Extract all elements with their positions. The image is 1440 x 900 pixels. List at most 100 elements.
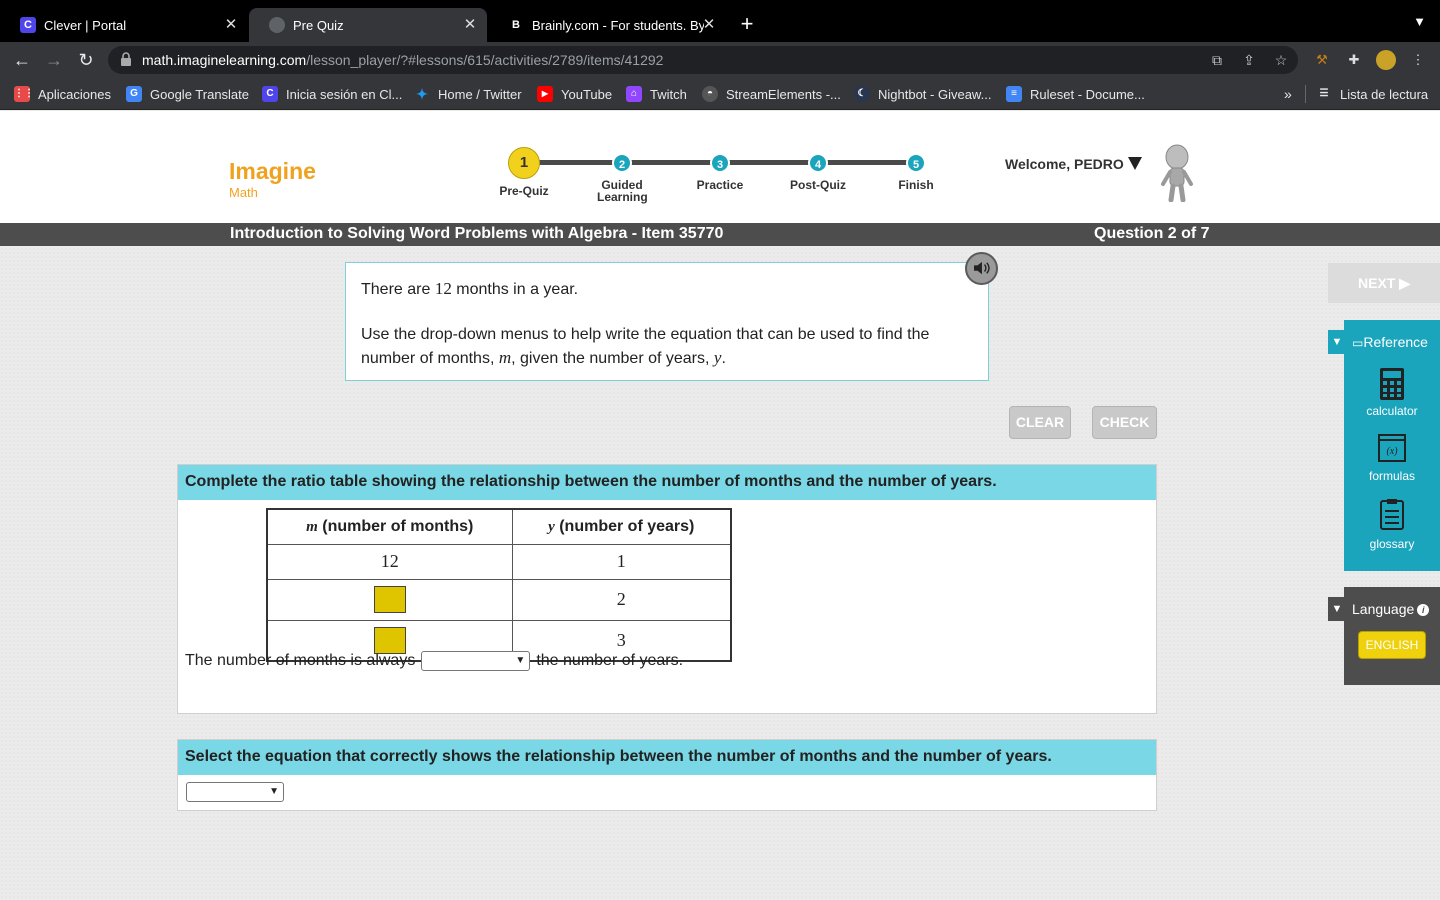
clipboard-icon [1380, 499, 1404, 530]
bookmark-nightbot[interactable]: ☾ Nightbot - Giveaw... [854, 85, 991, 103]
relationship-dropdown[interactable]: ▼ [421, 651, 531, 671]
nightbot-icon: ☾ [854, 86, 870, 102]
browser-menu-icon[interactable]: ⋮ [1408, 50, 1428, 70]
translate-icon[interactable]: ⧉ [1208, 51, 1226, 69]
chevron-down-icon: ▼ [269, 786, 279, 797]
english-language-button[interactable]: ENGLISH [1358, 631, 1426, 659]
app-header: Imagine Math 1 Pre-Quiz 2 Guided Learnin… [0, 111, 1440, 223]
welcome-menu[interactable]: Welcome, PEDRO [1005, 156, 1142, 172]
svg-text:(x): (x) [1386, 446, 1398, 457]
check-button[interactable]: CHECK [1092, 406, 1157, 439]
close-tab-icon[interactable]: ✕ [222, 16, 240, 34]
equation-card: Select the equation that correctly shows… [177, 739, 1157, 811]
table-row: 2 [266, 578, 732, 621]
glossary-tool[interactable]: glossary [1344, 498, 1440, 551]
calculator-icon [1380, 368, 1404, 400]
reference-title[interactable]: ▭Reference [1352, 334, 1428, 350]
math-logo-subtitle: Math [229, 185, 258, 200]
clear-button[interactable]: CLEAR [1009, 406, 1071, 439]
extension-icon[interactable]: ⚒ [1312, 50, 1332, 70]
bookmark-twitch[interactable]: ⌂ Twitch [626, 85, 687, 103]
reload-icon[interactable]: ↻ [74, 48, 98, 72]
streamelements-icon: ◓ [702, 86, 718, 102]
imagine-logo: Imagine [229, 158, 316, 184]
tab-brainly[interactable]: B Brainly.com - For students. By ✕ [488, 8, 726, 42]
column-header-years: y (number of years) [511, 508, 732, 545]
brainly-icon: B [508, 17, 524, 33]
ratio-table-card: Complete the ratio table showing the rel… [177, 464, 1157, 714]
browser-toolbar: ← → ↻ math.imaginelearning.com/lesson_pl… [0, 42, 1440, 78]
close-tab-icon[interactable]: ✕ [700, 16, 718, 34]
bookmark-star-icon[interactable]: ☆ [1272, 51, 1290, 69]
tab-clever[interactable]: C Clever | Portal ✕ [0, 8, 248, 42]
ratio-table-heading: Complete the ratio table showing the rel… [178, 465, 1156, 500]
bookmarks-bar: ⋮⋮ Aplicaciones G Google Translate C Inicia… [0, 78, 1440, 110]
column-header-months: m (number of months) [266, 508, 513, 545]
avatar[interactable] [1158, 144, 1196, 202]
tab-title: Pre Quiz [293, 17, 344, 33]
bookmark-youtube[interactable]: ▶ YouTube [537, 85, 612, 103]
bookmark-streamelements[interactable]: ◓ StreamElements -... [702, 85, 841, 103]
share-icon[interactable]: ⇪ [1240, 51, 1258, 69]
equation-dropdown[interactable]: ▼ [186, 782, 284, 802]
reading-list-icon: ☰ [1319, 88, 1329, 99]
language-collapse-icon[interactable]: ▼ [1328, 597, 1346, 621]
puzzle-extensions-icon[interactable]: ✚ [1344, 50, 1364, 70]
next-button[interactable]: NEXT ▶ [1328, 263, 1440, 303]
more-bookmarks-icon[interactable]: » [1284, 85, 1292, 103]
window-icon: ▭ [1352, 336, 1364, 350]
profile-avatar-icon[interactable] [1376, 50, 1396, 70]
months-input-box[interactable] [373, 626, 406, 654]
lesson-page: Imagine Math 1 Pre-Quiz 2 Guided Learnin… [0, 111, 1440, 900]
relationship-sentence: The number of months is always ▼ the num… [185, 651, 684, 671]
twitch-icon: ⌂ [626, 86, 642, 102]
step-finish: 5 Finish [866, 111, 966, 191]
browser-tab-bar: C Clever | Portal ✕ Pre Quiz ✕ B Brainly… [0, 0, 1440, 42]
tab-search-chevron-icon[interactable]: ▼ [1413, 14, 1426, 29]
table-row: 12 1 [266, 543, 732, 580]
bookmark-ruleset[interactable]: ≡ Ruleset - Docume... [1006, 85, 1145, 103]
prompt-line-1: There are 12 months in a year. [361, 279, 579, 298]
formulas-icon: (x) [1378, 434, 1406, 462]
back-arrow-icon[interactable]: ← [10, 48, 34, 72]
step-pre-quiz: 1 Pre-Quiz [474, 111, 574, 197]
apps-grid-icon: ⋮⋮ [14, 86, 34, 102]
question-counter: Question 2 of 7 [1094, 225, 1210, 242]
youtube-icon: ▶ [537, 86, 553, 102]
bookmark-apps[interactable]: ⋮⋮ Aplicaciones [14, 85, 111, 103]
months-input-box[interactable] [373, 586, 406, 613]
tab-pre-quiz[interactable]: Pre Quiz ✕ [249, 8, 487, 42]
step-post-quiz: 4 Post-Quiz [768, 111, 868, 191]
audio-speaker-icon[interactable] [965, 252, 998, 285]
step-practice: 3 Practice [670, 111, 770, 191]
prompt-line-2: Use the drop-down menus to help write th… [361, 326, 930, 367]
bookmark-clever[interactable]: C Inicia sesión en Cl... [262, 85, 402, 103]
bookmark-google-translate[interactable]: G Google Translate [126, 85, 249, 103]
chevron-down-icon: ▼ [515, 655, 526, 666]
lesson-title-bar: Introduction to Solving Word Problems wi… [0, 223, 1440, 246]
months-cell [266, 578, 513, 621]
twitter-icon: ✦ [416, 86, 428, 102]
reference-collapse-icon[interactable]: ▼ [1328, 330, 1346, 354]
ratio-table: m (number of months) y (number of years)… [266, 508, 732, 662]
question-prompt: There are 12 months in a year. Use the d… [345, 262, 989, 381]
clever-icon: C [262, 86, 278, 102]
google-docs-icon: ≡ [1006, 86, 1022, 102]
address-bar[interactable]: math.imaginelearning.com/lesson_player/?… [108, 46, 1298, 74]
clever-icon: C [20, 17, 36, 33]
reading-list[interactable]: ☰ Lista de lectura [1305, 85, 1428, 103]
years-cell: 2 [511, 578, 732, 621]
dropdown-triangle-icon [1127, 157, 1142, 170]
formulas-tool[interactable]: (x) formulas [1344, 434, 1440, 483]
close-tab-icon[interactable]: ✕ [461, 16, 479, 34]
bookmark-twitter[interactable]: ✦ Home / Twitter [414, 85, 521, 103]
tab-title: Clever | Portal [44, 17, 127, 33]
lesson-title: Introduction to Solving Word Problems wi… [230, 225, 724, 242]
lock-icon [121, 52, 131, 66]
globe-icon [269, 17, 285, 33]
calculator-tool[interactable]: calculator [1344, 367, 1440, 418]
google-translate-icon: G [126, 86, 142, 102]
new-tab-plus-icon[interactable]: + [736, 13, 758, 35]
forward-arrow-icon[interactable]: → [42, 48, 66, 72]
info-icon[interactable]: i [1417, 604, 1430, 616]
